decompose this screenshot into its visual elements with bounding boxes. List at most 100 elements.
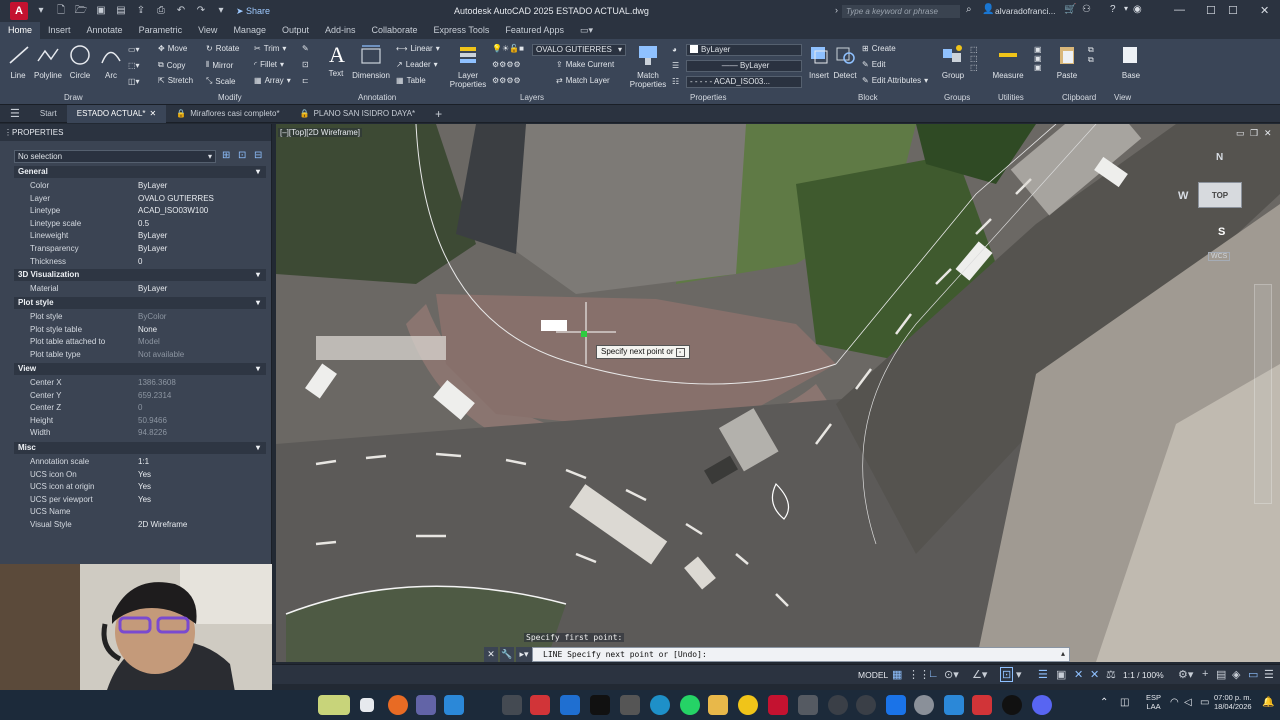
app7-icon[interactable] [972, 695, 992, 715]
whatsapp-icon[interactable] [680, 695, 700, 715]
cart-icon[interactable]: 🛒 [1064, 4, 1076, 15]
circle-button[interactable]: Circle [66, 43, 94, 80]
clipboard-tools-icons[interactable]: ⧉ ⧉ [1088, 45, 1094, 65]
property-value[interactable]: Not available [138, 349, 184, 362]
viewport-close-icon[interactable]: ✕ [1264, 128, 1272, 139]
polyline-button[interactable]: Polyline [32, 43, 64, 80]
paste-button[interactable]: Paste [1054, 43, 1080, 80]
firefox-icon[interactable] [388, 695, 408, 715]
properties-panel-label[interactable]: Properties [690, 93, 726, 102]
property-value[interactable]: 94.8226 [138, 427, 167, 440]
transparency-icon[interactable]: ▣ [1056, 668, 1066, 681]
property-row[interactable]: Height 50.9466 [14, 415, 266, 428]
mirror-button[interactable]: ⫴ Mirror [206, 60, 233, 70]
outlook-icon[interactable] [560, 695, 580, 715]
create-block-button[interactable]: ⊞ Create [862, 44, 896, 53]
erase-icon[interactable]: ✎ [302, 44, 309, 53]
modify-panel-label[interactable]: Modify [218, 93, 242, 102]
property-value[interactable]: OVALO GUTIERRES [138, 193, 214, 206]
block-panel-label[interactable]: Block [858, 93, 878, 102]
autocad-taskbar-icon[interactable] [768, 695, 788, 715]
property-value[interactable]: ByLayer [138, 243, 167, 256]
property-row[interactable]: UCS per viewport Yes [14, 494, 266, 507]
property-value[interactable]: Model [138, 336, 160, 349]
drawing-canvas[interactable]: [–][Top][2D Wireframe] Specify next poin… [276, 124, 1280, 662]
clipboard-panel-label[interactable]: Clipboard [1062, 93, 1096, 102]
tray-app-icon[interactable]: ◫ [1120, 697, 1129, 708]
utilities-panel-label[interactable]: Utilities [998, 93, 1024, 102]
section-misc[interactable]: Misc ▾ [14, 442, 266, 454]
store-icon[interactable] [444, 695, 464, 715]
open-file-icon[interactable]: 🗁 [74, 4, 88, 18]
property-row[interactable]: Transparency ByLayer [14, 243, 266, 256]
isolate-objects-icon[interactable]: ▤ [1216, 668, 1226, 681]
file-tab-san-isidro[interactable]: 🔒 PLANO SAN ISIDRO DAYA* [290, 105, 425, 123]
command-input[interactable]: LINE Specify next point or [Undo]: ▴ [532, 647, 1070, 662]
new-tab-button[interactable]: + [425, 105, 452, 123]
utility-tools-icons[interactable]: ▣ ▣ ▣ [1034, 45, 1042, 72]
viewcube-top-face[interactable]: TOP [1198, 182, 1242, 208]
clock[interactable]: 07:00 p. m. 18/04/2026 [1214, 693, 1252, 711]
user-name[interactable]: alvaradofranci... [995, 6, 1055, 16]
viewport-minimize-icon[interactable]: ▭ [1236, 128, 1245, 139]
osnap-tracking-icon[interactable]: ∠▾ [972, 668, 987, 681]
stretch-button[interactable]: ⇱ Stretch [158, 76, 193, 85]
section-general[interactable]: General ▾ [14, 166, 266, 178]
property-row[interactable]: Plot table attached to Model [14, 336, 266, 349]
property-row[interactable]: Annotation scale 1:1 [14, 456, 266, 469]
settings-icon[interactable] [914, 695, 934, 715]
view-panel-label[interactable]: View [1114, 93, 1131, 102]
offset-icon[interactable]: ⊏ [302, 76, 309, 85]
workspace-gear-icon[interactable]: ⚙▾ [1178, 668, 1193, 681]
edit-block-button[interactable]: ✎ Edit [862, 60, 886, 69]
plot-icon[interactable]: ⎙ [154, 4, 168, 18]
property-row[interactable]: Linetype ACAD_ISO03W100 [14, 205, 266, 218]
property-row[interactable]: UCS icon at origin Yes [14, 481, 266, 494]
linetype-dropdown[interactable]: - - - - - ACAD_ISO03... [686, 76, 802, 88]
property-value[interactable]: 0 [138, 402, 142, 415]
property-row[interactable]: UCS Name [14, 506, 266, 519]
tab-start[interactable]: Start [30, 105, 67, 123]
viewcube-south[interactable]: S [1218, 226, 1225, 238]
tab-annotate[interactable]: Annotate [79, 22, 131, 39]
app6-icon[interactable] [886, 695, 906, 715]
people-icon[interactable]: ⚇ [1082, 4, 1091, 15]
redo-icon[interactable]: ↷ [194, 4, 208, 18]
property-value[interactable]: 50.9466 [138, 415, 167, 428]
new-file-icon[interactable]: 🗋 [54, 4, 68, 18]
edit-attributes-button[interactable]: ✎ Edit Attributes ▾ [862, 76, 928, 85]
app-icon[interactable] [502, 695, 522, 715]
layers-panel-label[interactable]: Layers [520, 93, 544, 102]
tab-parametric[interactable]: Parametric [131, 22, 191, 39]
close-button[interactable]: ✕ [1260, 4, 1269, 17]
learn-icon[interactable]: ◉ [1133, 4, 1142, 15]
section-plot-style[interactable]: Plot style ▾ [14, 297, 266, 309]
ortho-icon[interactable]: ∟ [928, 668, 939, 680]
palette-grip-icon[interactable]: ⋮ [4, 128, 12, 137]
layer-dropdown[interactable]: OVALO GUTIERRES ▾ [532, 44, 626, 56]
rotate-button[interactable]: ↻ Rotate [206, 44, 239, 53]
command-close-icon[interactable]: ✕ [484, 647, 498, 662]
insert-button[interactable]: Insert [806, 43, 832, 80]
group-tools-icons[interactable]: ⬚ ⬚ ⬚ [970, 45, 978, 72]
property-row[interactable]: Center X 1386.3608 [14, 377, 266, 390]
osnap-dropdown-icon[interactable]: ▾ [1016, 668, 1022, 681]
snap-icon[interactable]: ⋮⋮ [908, 668, 930, 681]
measure-button[interactable]: Measure [990, 43, 1026, 80]
property-value[interactable]: None [138, 324, 157, 337]
make-current-button[interactable]: ⇪ Make Current [556, 60, 614, 69]
viewport-controls-label[interactable]: [–][Top][2D Wireframe] [278, 128, 363, 137]
app4-icon[interactable] [828, 695, 848, 715]
lineweight-dropdown[interactable]: —— ByLayer [686, 60, 802, 72]
annotation-visibility-icon[interactable]: ✕ [1074, 668, 1083, 681]
selection-dropdown[interactable]: No selection ▾ [14, 150, 216, 163]
undo-icon[interactable]: ↶ [174, 4, 188, 18]
property-row[interactable]: Lineweight ByLayer [14, 230, 266, 243]
maximize-button[interactable]: ☐ [1228, 4, 1238, 17]
select-objects-icon[interactable]: ⊡ [238, 150, 246, 161]
calculator-icon[interactable] [944, 695, 964, 715]
customization-icon[interactable]: ☰ [1264, 668, 1274, 681]
table-button[interactable]: ▦ Table [396, 76, 426, 85]
move-button[interactable]: ✥ Move [158, 44, 187, 53]
tab-insert[interactable]: Insert [40, 22, 79, 39]
